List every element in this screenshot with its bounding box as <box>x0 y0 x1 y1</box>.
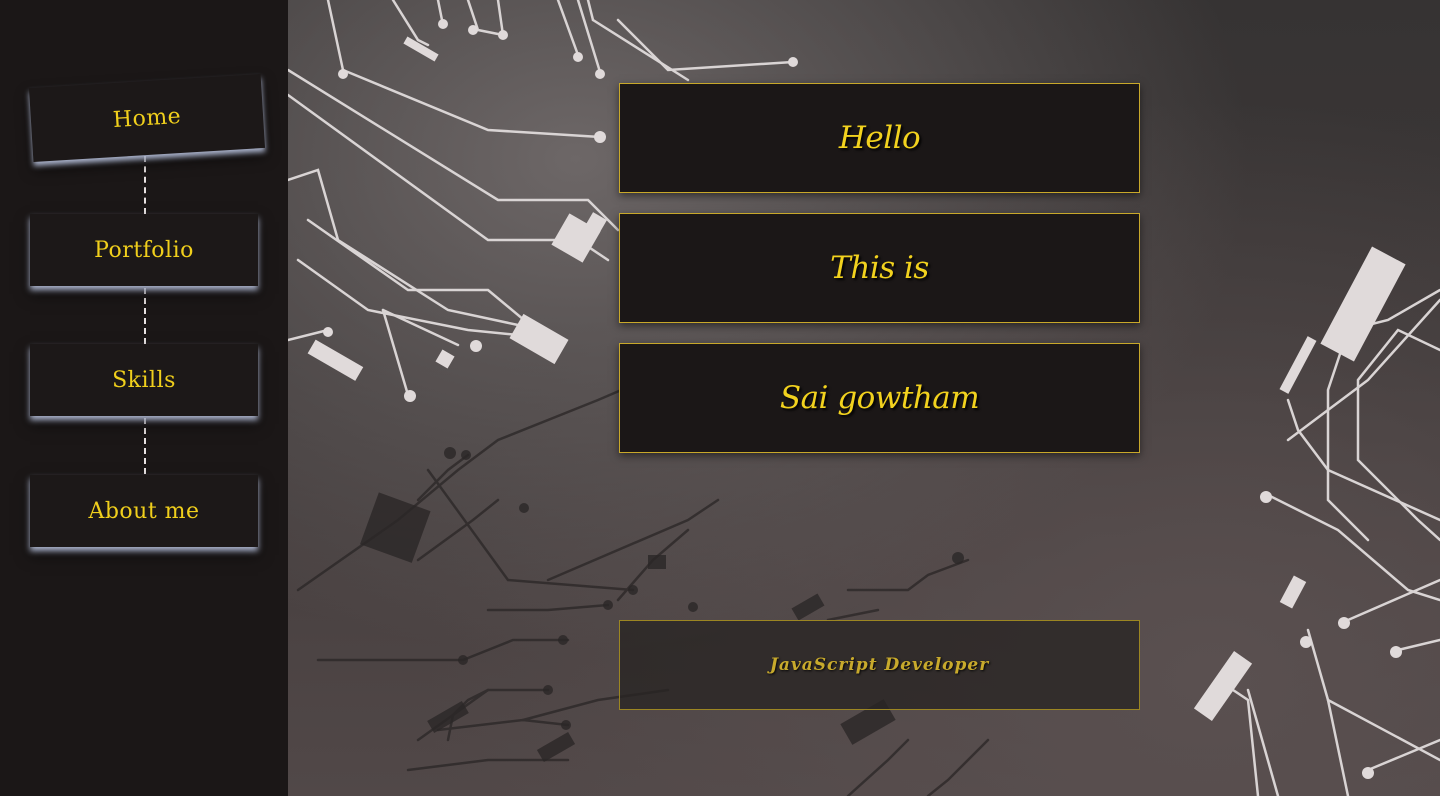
sidebar-item-label: Portfolio <box>94 237 194 263</box>
hero-line: This is <box>830 250 929 286</box>
sidebar-item-about-me[interactable]: About me <box>30 475 258 547</box>
sidebar-item-label: Skills <box>112 367 176 393</box>
nav-connector <box>144 156 146 214</box>
sidebar-item-label: About me <box>88 498 200 524</box>
hero-line: Hello <box>838 120 921 156</box>
nav-connector <box>144 288 146 344</box>
role-title: JavaScript Developer <box>769 655 990 675</box>
hero-line-box: Hello <box>619 83 1140 193</box>
sidebar-item-skills[interactable]: Skills <box>30 344 258 416</box>
sidebar-item-home[interactable]: Home <box>28 73 266 163</box>
sidebar-item-label: Home <box>112 103 182 133</box>
main-content: Hello This is Sai gowtham JavaScript Dev… <box>288 0 1440 796</box>
hero-line: Sai gowtham <box>779 380 980 416</box>
hero-line-box: This is <box>619 213 1140 323</box>
nav-connector <box>144 418 146 474</box>
sidebar-item-portfolio[interactable]: Portfolio <box>30 214 258 286</box>
hero-line-box: Sai gowtham <box>619 343 1140 453</box>
sidebar: Home Portfolio Skills About me <box>0 0 288 796</box>
role-box: JavaScript Developer <box>619 620 1140 710</box>
